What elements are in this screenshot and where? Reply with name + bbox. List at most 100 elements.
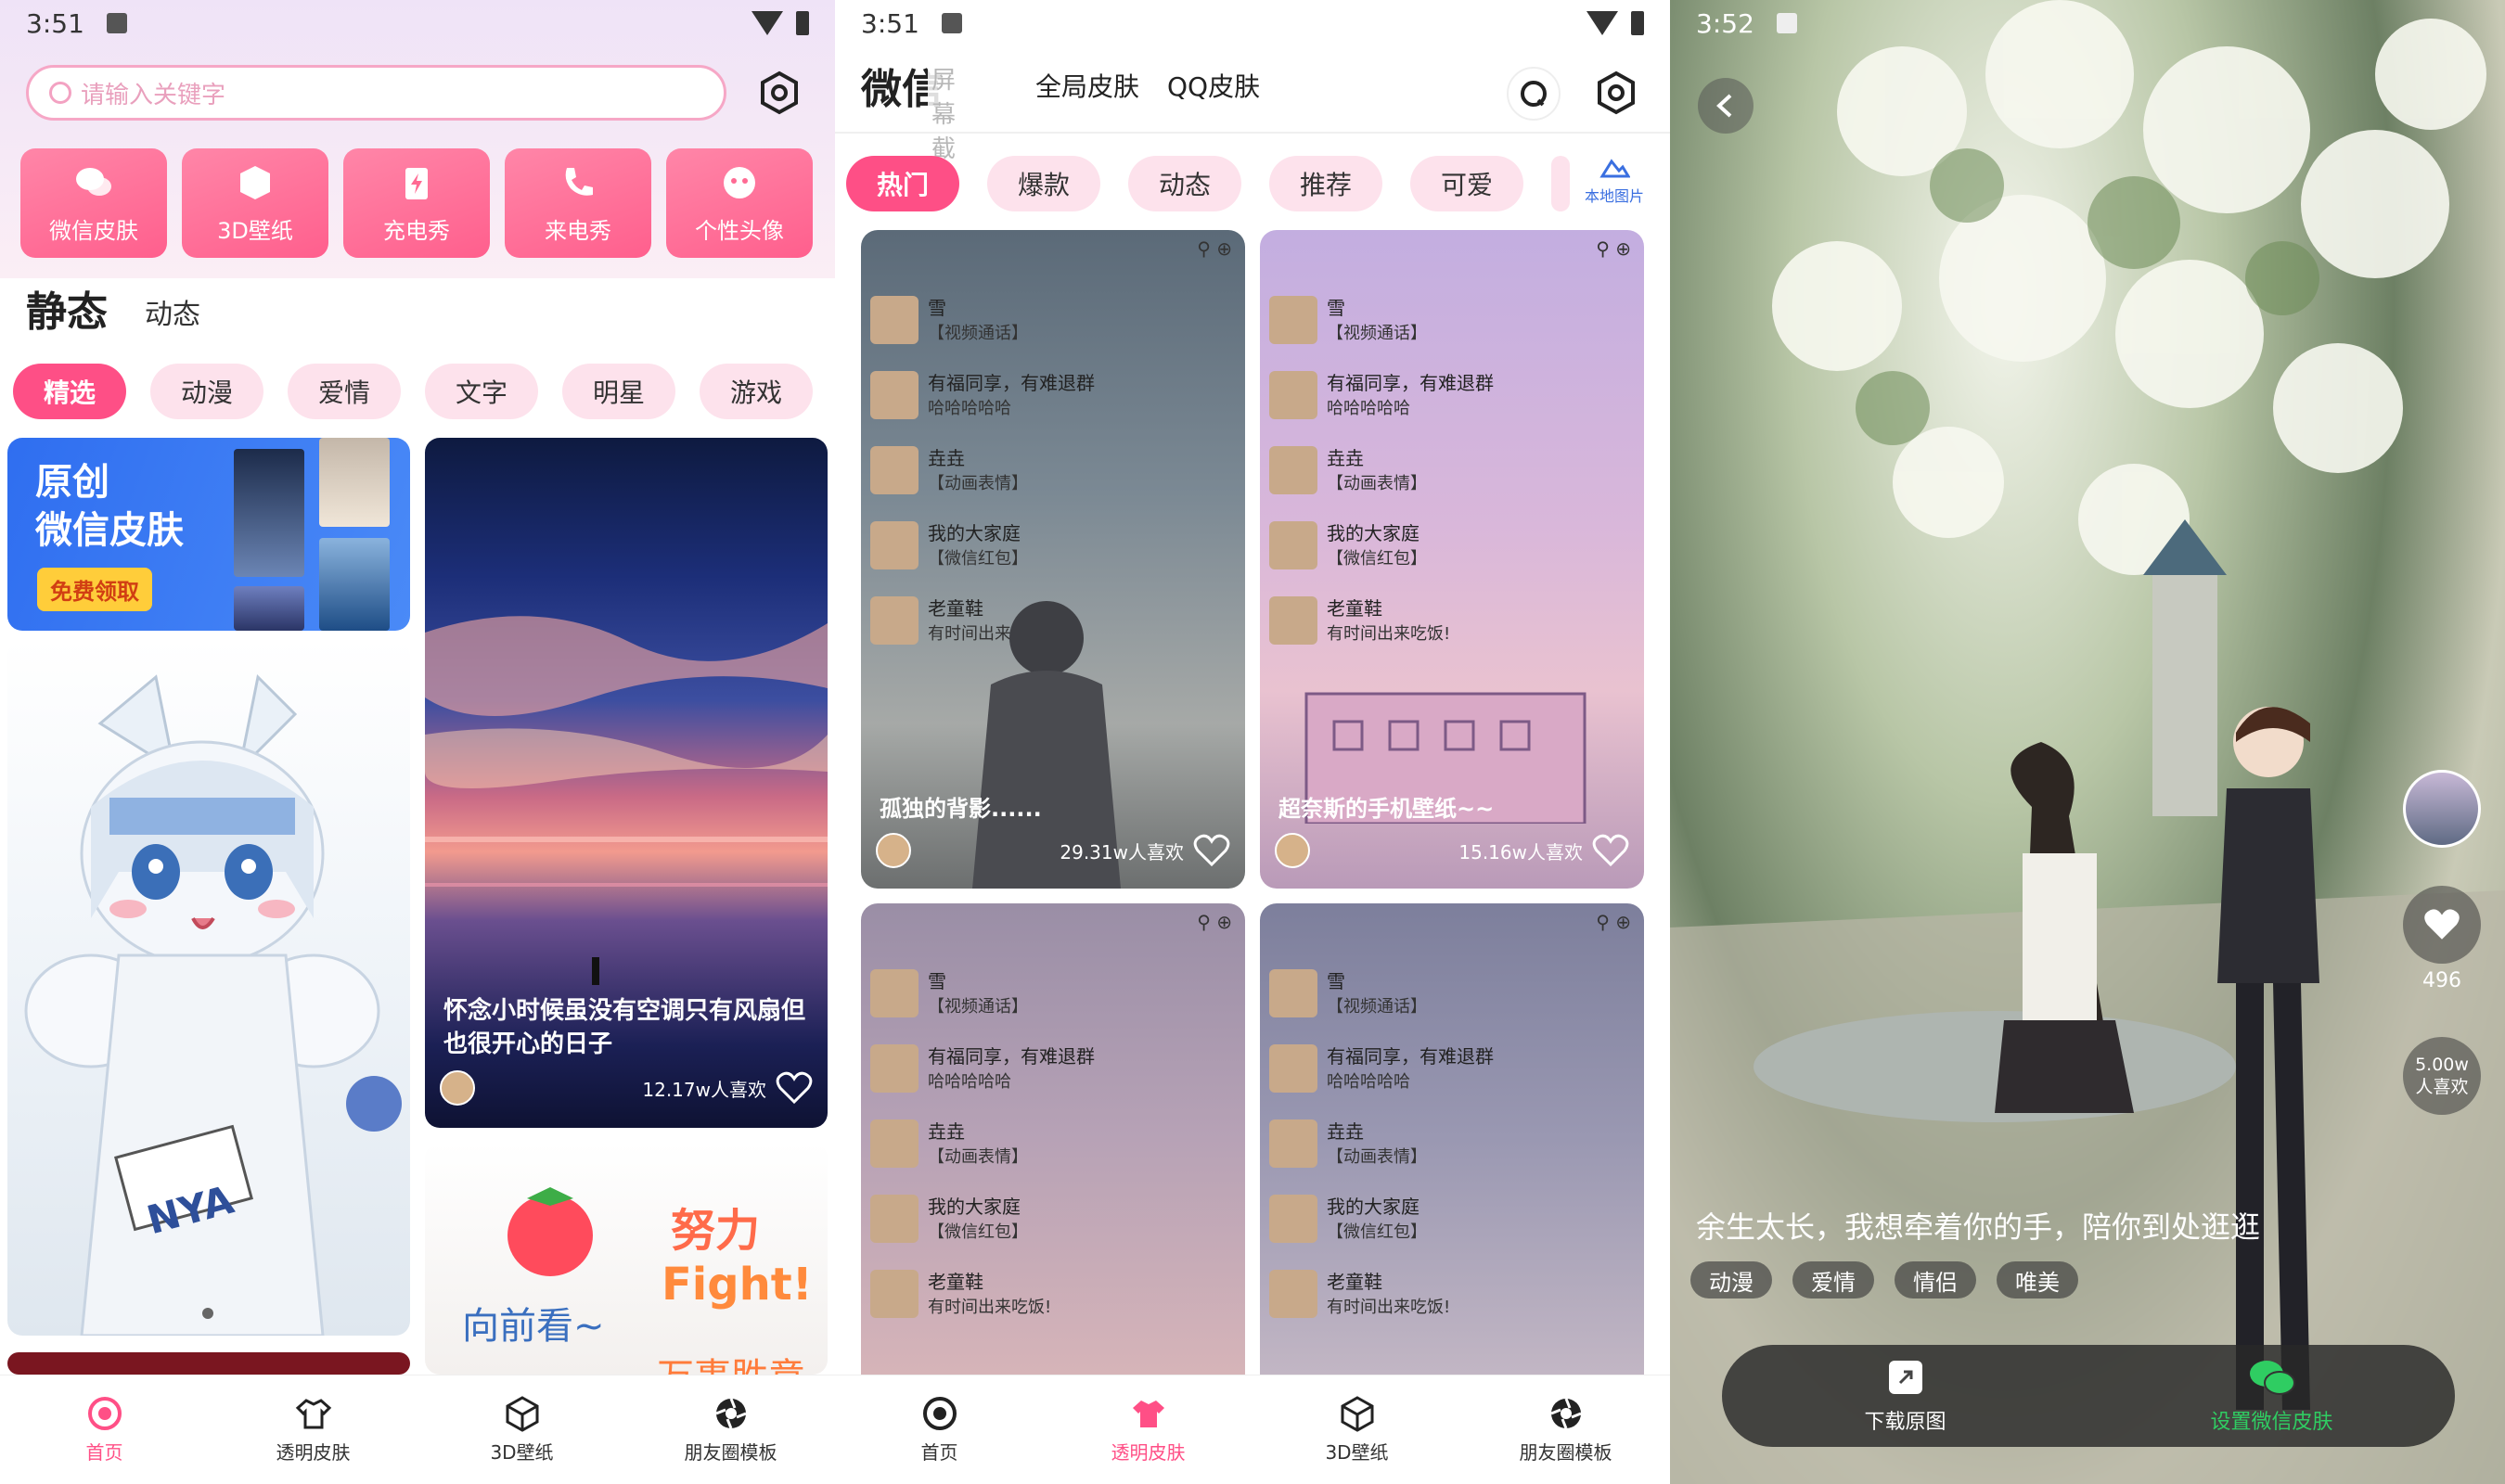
tab-qq-skin[interactable]: QQ皮肤 [1167, 67, 1260, 104]
tab-static[interactable]: 静态 [26, 278, 108, 338]
author-avatar [2403, 770, 2481, 848]
anime-wallpaper-card[interactable]: NYA [7, 640, 410, 1336]
tag-couple[interactable]: 情侣 [1895, 1261, 1976, 1298]
pill-celebrity[interactable]: 明星 [562, 364, 675, 419]
category-grid: 微信皮肤 3D壁纸 充电秀 来电秀 个性头像 [20, 148, 813, 258]
chat-name: 雪 [1327, 296, 1345, 319]
tag-aesthetic[interactable]: 唯美 [1997, 1261, 2078, 1298]
like-button[interactable]: 496 [2403, 886, 2481, 992]
tab-global-skin[interactable]: 全局皮肤 [1035, 67, 1139, 104]
author-avatar[interactable] [1275, 833, 1310, 868]
chat-name: 有福同享，有难退群 [1327, 371, 1494, 394]
chat-avatar [870, 595, 918, 645]
settings-hex-button[interactable] [1590, 67, 1642, 119]
chat-message: 【视频通话】 [1327, 323, 1427, 343]
chat-avatar [870, 968, 918, 1017]
tshirt-icon [295, 1399, 331, 1429]
tab-wechat-skin[interactable]: 微信 屏幕截 [861, 56, 960, 170]
fans-label: 人喜欢 [2415, 1077, 2469, 1097]
local-image-button[interactable]: 本地图片 [1575, 156, 1653, 206]
sunset-wallpaper-card[interactable]: 怀念小时候虽没有空调只有风扇但也很开心的日子 12.17w人喜欢 [425, 438, 828, 1128]
chat-name: 老童鞋 [1327, 1270, 1382, 1293]
nav-moments-template[interactable]: 朋友圈模板 [1461, 1375, 1670, 1484]
heart-icon[interactable] [776, 1071, 813, 1105]
tag-anime[interactable]: 动漫 [1690, 1261, 1772, 1298]
skin-card[interactable]: ⚲ ⊕ 雪【视频通话】 有福同享，有难退群 哈哈哈哈哈 垚垚 【动画表情】 我的大家… [1260, 903, 1644, 1375]
search-input[interactable]: 请输入关键字 [26, 65, 726, 121]
download-original-button[interactable]: 下载原图 [1722, 1345, 2088, 1447]
nav-home[interactable]: 首页 [0, 1375, 209, 1484]
category-label: 微信皮肤 [49, 217, 138, 244]
heart-icon[interactable] [1193, 834, 1230, 867]
search-button[interactable] [1507, 67, 1561, 121]
card-caption: 超奈斯的手机壁纸~~ [1278, 796, 1495, 822]
skin-card[interactable]: ⚲ ⊕ 雪【视频通话】 有福同享，有难退群 哈哈哈哈哈 垚垚 【动画表情】 我的大家… [861, 230, 1245, 889]
nav-label: 3D壁纸 [1325, 1441, 1389, 1464]
favorites-count-badge[interactable]: 5.00w 人喜欢 [2403, 1037, 2481, 1115]
chat-name: 垚垚 [928, 446, 965, 469]
chat-name: 老童鞋 [1327, 596, 1382, 620]
screenshot-overlay: 屏幕截 [928, 56, 960, 170]
promo-banner[interactable]: 原创 微信皮肤 免费领取 [7, 438, 410, 631]
nav-label: 透明皮肤 [276, 1441, 351, 1464]
set-wechat-skin-button[interactable]: 设置微信皮肤 [2088, 1345, 2455, 1447]
tag-love[interactable]: 爱情 [1792, 1261, 1874, 1298]
pill-love[interactable]: 爱情 [288, 364, 401, 419]
nav-transparent-skin[interactable]: 透明皮肤 [1044, 1375, 1252, 1484]
anime-girl-illustration [24, 673, 402, 1336]
nav-3d-wallpaper[interactable]: 3D壁纸 [1252, 1375, 1461, 1484]
chat-message: 有时间出来吃饭! [1327, 623, 1451, 644]
chat-name: 老童鞋 [928, 1270, 983, 1293]
tab-dynamic[interactable]: 动态 [145, 291, 200, 338]
forward-text: 向前看~ [462, 1305, 605, 1348]
wifi-icon [752, 11, 783, 35]
chat-list-preview: 雪【视频通话】 有福同享，有难退群 哈哈哈哈哈 垚垚 【动画表情】 我的大家庭 【微信… [1260, 282, 1644, 658]
nav-3d-wallpaper[interactable]: 3D壁纸 [418, 1375, 626, 1484]
pill-recommend[interactable]: 推荐 [1269, 156, 1382, 211]
battery-icon [796, 11, 809, 35]
heart-icon[interactable] [1592, 834, 1629, 867]
author-avatar[interactable] [876, 833, 911, 868]
pill-more[interactable] [1551, 156, 1570, 211]
pill-featured[interactable]: 精选 [13, 364, 126, 419]
card-caption: 孤独的背影...... [880, 796, 1042, 822]
status-time: 3:52 [1696, 7, 1754, 39]
chat-avatar [1269, 1194, 1317, 1243]
chat-avatar [1269, 370, 1317, 419]
pill-trending[interactable]: 爆款 [987, 156, 1100, 211]
category-3d-wallpaper[interactable]: 3D壁纸 [182, 148, 328, 258]
carousel-dot[interactable] [202, 1308, 213, 1319]
nav-label: 3D壁纸 [490, 1441, 554, 1464]
free-claim-button[interactable]: 免费领取 [37, 568, 152, 611]
motivation-wallpaper-card[interactable]: 努力 Fight! 向前看~ 万事胜意 [425, 1143, 828, 1375]
chat-avatar [1269, 595, 1317, 645]
pill-anime[interactable]: 动漫 [150, 364, 263, 419]
chat-name: 雪 [928, 296, 946, 319]
settings-hex-button[interactable] [753, 67, 805, 119]
back-button[interactable] [1698, 78, 1754, 134]
search-plus-icons: ⚲ ⊕ [1197, 237, 1232, 260]
wallpaper-card[interactable] [7, 1352, 410, 1375]
category-charging-show[interactable]: 充电秀 [343, 148, 490, 258]
chat-avatar [870, 1194, 918, 1243]
category-call-show[interactable]: 来电秀 [505, 148, 651, 258]
nav-home[interactable]: 首页 [835, 1375, 1044, 1484]
pill-cute[interactable]: 可爱 [1410, 156, 1523, 211]
pill-game[interactable]: 游戏 [700, 364, 813, 419]
search-plus-icons: ⚲ ⊕ [1197, 911, 1232, 933]
skin-card[interactable]: ⚲ ⊕ 雪【视频通话】 有福同享，有难退群 哈哈哈哈哈 垚垚 【动画表情】 我的大家… [861, 903, 1245, 1375]
chat-avatar [1269, 445, 1317, 494]
nav-transparent-skin[interactable]: 透明皮肤 [209, 1375, 418, 1484]
pill-hot[interactable]: 热门 [846, 156, 959, 211]
chat-message: 【视频通话】 [928, 323, 1028, 343]
author-avatar-button[interactable] [2403, 770, 2481, 848]
pill-dynamic[interactable]: 动态 [1128, 156, 1241, 211]
category-wechat-skin[interactable]: 微信皮肤 [20, 148, 167, 258]
skin-card[interactable]: ⚲ ⊕ 雪【视频通话】 有福同享，有难退群 哈哈哈哈哈 垚垚 【动画表情】 我的大家… [1260, 230, 1644, 889]
pill-text[interactable]: 文字 [425, 364, 538, 419]
category-label: 个性头像 [695, 217, 784, 244]
chat-list-preview: 雪【视频通话】 有福同享，有难退群 哈哈哈哈哈 垚垚 【动画表情】 我的大家庭 【微信… [1260, 955, 1644, 1331]
author-avatar[interactable] [440, 1070, 475, 1106]
category-avatar[interactable]: 个性头像 [666, 148, 813, 258]
nav-moments-template[interactable]: 朋友圈模板 [626, 1375, 835, 1484]
